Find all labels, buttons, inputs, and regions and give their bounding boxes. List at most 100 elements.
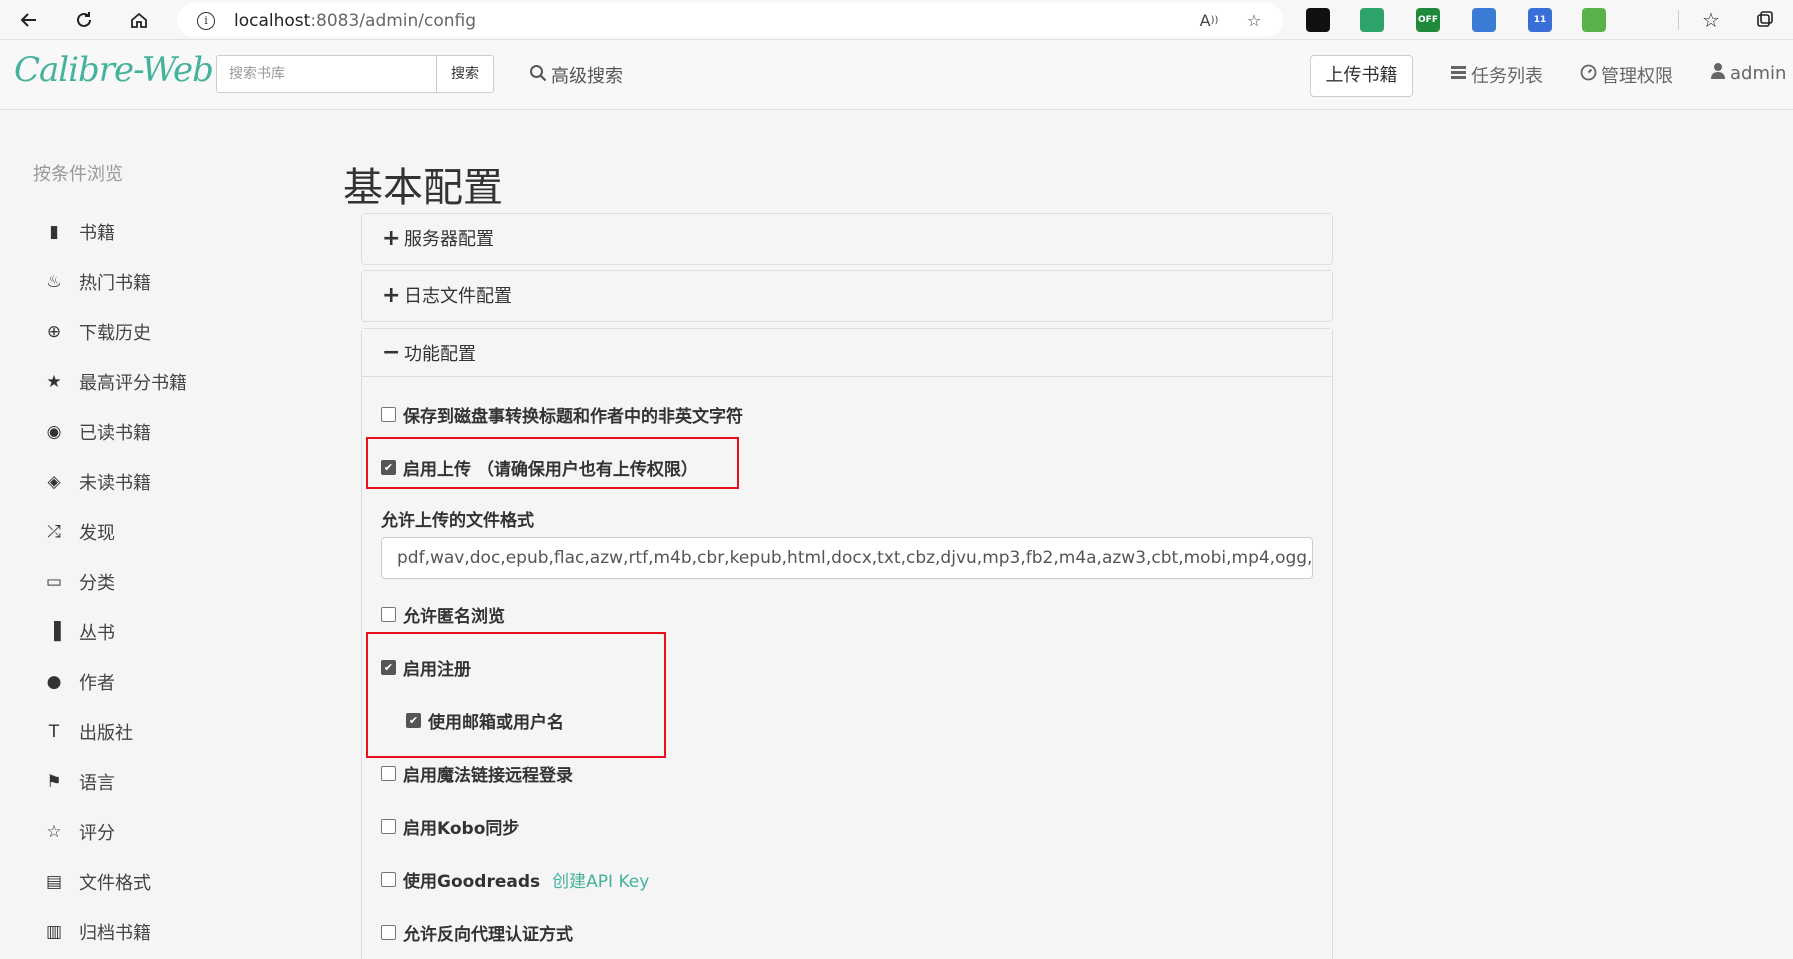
plus-icon: + <box>382 282 401 308</box>
option-reverse-proxy[interactable]: 允许反向代理认证方式 <box>381 920 573 945</box>
sidebar-item[interactable]: ▤ 文件格式 <box>44 867 151 897</box>
sidebar-item[interactable]: ♨ 热门书籍 <box>44 267 151 297</box>
vr-icon[interactable] <box>1306 8 1330 32</box>
toolbar-divider <box>1678 10 1679 30</box>
download-icon: ⊕ <box>46 322 62 342</box>
sidebar-item[interactable]: ▮ 书籍 <box>44 217 115 247</box>
read-aloud-icon[interactable]: A)) <box>1197 9 1221 31</box>
text-size-icon: T <box>48 722 60 742</box>
sidebar-item-label: 发现 <box>79 523 115 544</box>
badge-extension-icon[interactable]: 11 <box>1528 8 1552 32</box>
sidebar-item[interactable]: ▭ 分类 <box>44 567 115 597</box>
panel-server-config[interactable]: + 服务器配置 <box>361 213 1333 265</box>
eye-slash-icon: ◈ <box>47 472 61 492</box>
option-goodreads[interactable]: 使用Goodreads 创建API Key <box>381 867 649 892</box>
checkbox[interactable] <box>381 766 396 781</box>
highlight-box-upload <box>366 437 739 489</box>
admin-link[interactable]: 管理权限 <box>1580 62 1673 88</box>
code-extension-icon[interactable] <box>1360 8 1384 32</box>
option-remote-login[interactable]: 启用魔法链接远程登录 <box>381 761 573 786</box>
sidebar-item-label: 下载历史 <box>79 323 151 344</box>
checkbox[interactable] <box>381 607 396 622</box>
leaf-extension-icon[interactable] <box>1582 8 1606 32</box>
sidebar-item[interactable]: ⚑ 语言 <box>44 767 115 797</box>
site-info-icon[interactable]: i <box>197 12 215 30</box>
address-bar[interactable]: i localhost:8083/admin/config A)) ☆ <box>177 3 1283 37</box>
sidebar-item-label: 评分 <box>79 823 115 844</box>
sidebar-item[interactable]: T 出版社 <box>44 717 133 747</box>
sidebar-item-label: 作者 <box>79 673 115 694</box>
checkbox[interactable] <box>381 819 396 834</box>
search-icon <box>529 64 547 87</box>
option-anonymous-browse[interactable]: 允许匿名浏览 <box>381 602 505 627</box>
sidebar-item[interactable]: ● 作者 <box>44 667 115 697</box>
checkbox[interactable] <box>381 872 396 887</box>
upload-button[interactable]: 上传书籍 <box>1310 55 1413 97</box>
favorite-add-icon[interactable]: ☆ <box>1242 9 1266 31</box>
allowed-formats-input[interactable]: pdf,wav,doc,epub,flac,azw,rtf,m4b,cbr,ke… <box>381 537 1313 579</box>
sidebar-item-label: 已读书籍 <box>79 423 151 444</box>
dashboard-icon <box>1580 64 1597 86</box>
sidebar-item[interactable]: ◉ 已读书籍 <box>44 417 151 447</box>
minus-icon: − <box>382 340 401 365</box>
sidebar-item[interactable]: ☆ 评分 <box>44 817 115 847</box>
file-icon: ▤ <box>45 872 63 892</box>
sidebar-header: 按条件浏览 <box>33 164 123 185</box>
sidebar-item-label: 最高评分书籍 <box>79 373 187 394</box>
search-button[interactable]: 搜索 <box>436 55 494 93</box>
random-icon: ⤮ <box>47 522 61 542</box>
sidebar-item[interactable]: ◈ 未读书籍 <box>44 467 151 497</box>
panel-heading[interactable]: − 功能配置 <box>362 329 1332 377</box>
translate-extension-icon[interactable] <box>1472 8 1496 32</box>
create-api-key-link[interactable]: 创建API Key <box>552 867 649 892</box>
sidebar-item[interactable]: ⤮ 发现 <box>44 517 115 547</box>
advanced-search-link[interactable]: 高级搜索 <box>529 62 623 88</box>
sidebar-item-label: 未读书籍 <box>79 473 151 494</box>
brand-logo[interactable]: Calibre-Web <box>14 50 214 90</box>
star-icon: ★ <box>46 372 62 392</box>
favorites-icon[interactable]: ☆ <box>1697 6 1725 34</box>
sidebar-item-label: 热门书籍 <box>79 273 151 294</box>
sidebar-item-label: 文件格式 <box>79 873 151 894</box>
off-extension-icon[interactable]: OFF <box>1416 8 1440 32</box>
trash-icon: ▥ <box>45 922 63 942</box>
option-kobo-sync[interactable]: 启用Kobo同步 <box>381 814 519 839</box>
sidebar-item-label: 语言 <box>79 773 115 794</box>
tasks-link[interactable]: 任务列表 <box>1450 62 1543 88</box>
sidebar-item-label: 分类 <box>79 573 115 594</box>
plus-icon: + <box>382 225 401 251</box>
sidebar-item-label: 丛书 <box>79 623 115 644</box>
sidebar-item-label: 归档书籍 <box>79 923 151 944</box>
book-icon: ▮ <box>49 222 59 242</box>
page-title: 基本配置 <box>343 165 503 211</box>
user-icon: ● <box>46 672 62 692</box>
sidebar-item[interactable]: ★ 最高评分书籍 <box>44 367 187 397</box>
user-link[interactable]: admin <box>1710 62 1786 84</box>
sidebar-item[interactable]: ⊕ 下载历史 <box>44 317 151 347</box>
sidebar-item[interactable]: ▥ 归档书籍 <box>44 917 151 947</box>
search-input[interactable]: 搜索书库 <box>216 55 438 93</box>
sidebar-item[interactable]: ▐ 丛书 <box>44 617 115 647</box>
back-icon[interactable] <box>15 6 43 34</box>
collections-icon[interactable] <box>1751 6 1779 34</box>
sidebar-item-label: 书籍 <box>79 223 115 244</box>
inbox-icon: ▭ <box>45 572 63 592</box>
home-icon[interactable] <box>125 6 153 34</box>
reload-icon[interactable] <box>70 6 98 34</box>
tasks-icon <box>1450 64 1467 86</box>
panel-logfile-config[interactable]: + 日志文件配置 <box>361 270 1333 322</box>
bookmark-icon: ▐ <box>47 622 61 642</box>
fire-icon: ♨ <box>46 272 62 292</box>
sidebar-item-label: 出版社 <box>79 723 133 744</box>
browser-toolbar: i localhost:8083/admin/config A)) ☆ OFF 1… <box>0 0 1793 40</box>
checkbox[interactable] <box>381 925 396 940</box>
option-unicode-filename[interactable]: 保存到磁盘事转换标题和作者中的非英文字符 <box>381 402 743 427</box>
panel-heading[interactable]: + 服务器配置 <box>362 214 1332 262</box>
star-empty-icon: ☆ <box>46 822 62 842</box>
panel-heading[interactable]: + 日志文件配置 <box>362 271 1332 319</box>
url-text[interactable]: localhost:8083/admin/config <box>234 11 476 31</box>
eye-icon: ◉ <box>46 422 62 442</box>
flag-icon: ⚑ <box>46 772 62 792</box>
checkbox[interactable] <box>381 407 396 422</box>
highlight-box-registration <box>366 632 666 758</box>
